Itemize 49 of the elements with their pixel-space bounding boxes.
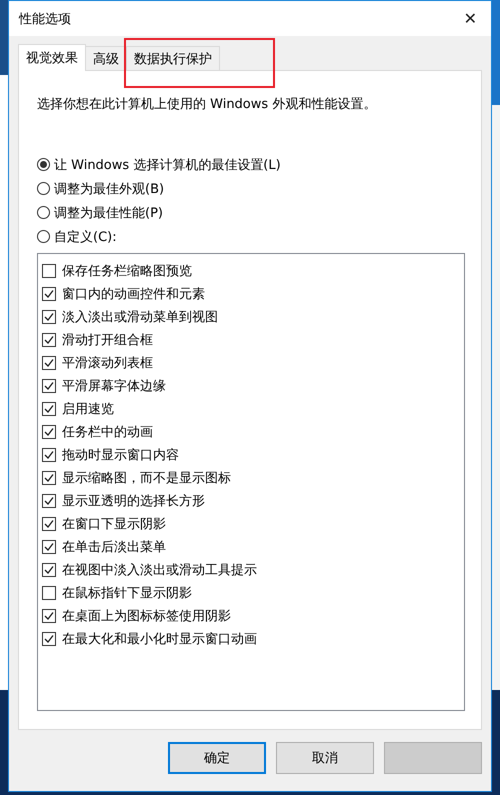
checkbox-label[interactable]: 在桌面上为图标标签使用阴影 [62,606,231,624]
checkbox[interactable] [42,310,56,324]
radio-label[interactable]: 让 Windows 选择计算机的最佳设置(L) [54,156,281,174]
checkbox-label[interactable]: 在最大化和最小化时显示窗口动画 [62,630,257,648]
checkbox-label[interactable]: 滑动打开组合框 [62,330,153,348]
close-button[interactable]: ✕ [460,9,481,28]
checkbox[interactable] [42,286,56,300]
checkbox-label[interactable]: 淡入淡出或滑动菜单到视图 [62,308,218,326]
checkbox-label[interactable]: 任务栏中的动画 [62,422,153,440]
checkbox[interactable] [42,540,56,554]
dialog-button[interactable]: 取消 [276,742,374,774]
checkbox[interactable] [42,402,56,416]
tab[interactable]: 数据执行保护 [126,46,220,71]
checkbox-label[interactable]: 平滑滚动列表框 [62,354,153,372]
checkbox-label[interactable]: 在窗口下显示阴影 [62,514,166,532]
radio-label[interactable]: 调整为最佳性能(P) [54,204,163,222]
dialog-button[interactable]: 确定 [168,742,266,774]
checkbox[interactable] [42,264,56,278]
checkbox[interactable] [42,562,56,576]
checkbox[interactable] [42,424,56,438]
checkbox[interactable] [42,470,56,484]
checkbox[interactable] [42,494,56,508]
checkbox-label[interactable]: 平滑屏幕字体边缘 [62,376,166,394]
description-text: 选择你想在此计算机上使用的 Windows 外观和性能设置。 [37,96,378,113]
checkbox-label[interactable]: 保存任务栏缩略图预览 [62,262,192,280]
checkbox[interactable] [42,608,56,622]
checkbox-label[interactable]: 在视图中淡入淡出或滑动工具提示 [62,560,257,578]
radio-button[interactable] [37,182,50,195]
checkbox-label[interactable]: 显示缩略图，而不是显示图标 [62,468,231,486]
checkbox[interactable] [42,586,56,600]
checkbox[interactable] [42,448,56,462]
radio-button[interactable] [37,230,50,243]
checkbox[interactable] [42,332,56,346]
checkbox-label[interactable]: 显示亚透明的选择长方形 [62,492,205,510]
radio-label[interactable]: 调整为最佳外观(B) [54,180,164,198]
checkbox-label[interactable]: 在单击后淡出菜单 [62,538,166,556]
window-title: 性能选项 [19,10,71,28]
tab[interactable]: 视觉效果 [18,44,86,71]
checkbox-label[interactable]: 启用速览 [62,400,114,418]
radio-button[interactable] [37,158,50,171]
checkbox[interactable] [42,378,56,392]
checkbox[interactable] [42,356,56,370]
radio-button[interactable] [37,206,50,219]
checkbox-label[interactable]: 在鼠标指针下显示阴影 [62,584,192,602]
checkbox-label[interactable]: 窗口内的动画控件和元素 [62,284,205,302]
radio-label[interactable]: 自定义(C): [54,228,117,246]
checkbox-label[interactable]: 拖动时显示窗口内容 [62,446,179,464]
checkbox[interactable] [42,632,56,646]
checkbox[interactable] [42,516,56,530]
